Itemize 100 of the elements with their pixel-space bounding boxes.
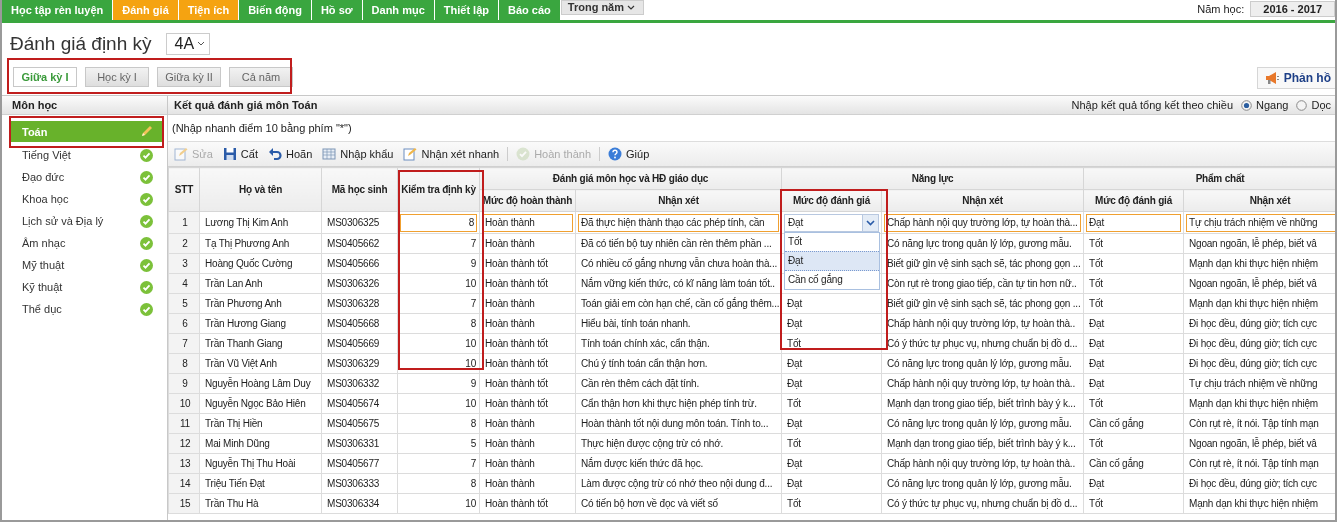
table-cell: Hoàn thành <box>479 433 576 454</box>
table-cell: MS0405662 <box>321 233 398 254</box>
level-dropdown[interactable]: Đạt <box>784 213 879 232</box>
table-cell: Cần cố gắng <box>1083 413 1184 434</box>
level-field[interactable]: Đạt <box>1086 213 1181 232</box>
table-icon <box>322 147 337 161</box>
dropdown-option[interactable]: Đạt <box>785 251 879 271</box>
subject-item[interactable]: Âm nhạc <box>10 232 163 254</box>
table-cell: Đạt <box>1083 333 1184 354</box>
table-cell: Có năng lực trong quản lý lớp, gương mẫu. <box>881 353 1084 374</box>
table-cell: Hoàn thành <box>479 453 576 474</box>
table-cell: Cần cố gắng <box>1083 453 1184 474</box>
table-cell: Chú ý tính toán cẩn thận hơn. <box>575 353 782 374</box>
table-cell: 5 <box>397 433 480 454</box>
subject-item[interactable]: Đạo đức <box>10 166 163 188</box>
table-cell: 10 <box>168 393 200 414</box>
table-cell: 4 <box>168 273 200 294</box>
table-cell: Trần Hương Giang <box>199 313 322 334</box>
table-cell: Có năng lực trong quản lý lớp, gương mẫu. <box>881 413 1084 434</box>
table-cell: Mạnh dạn trong giao tiếp, biết trình bày ý k... <box>881 433 1084 454</box>
table-cell: 8 <box>397 473 480 494</box>
table-cell: MS0405669 <box>321 333 398 354</box>
table-cell: Tốt <box>781 393 882 414</box>
term-tab[interactable]: Giữa kỳ I <box>13 67 77 87</box>
comment-field[interactable]: Tự chịu trách nhiệm về những <box>1186 213 1335 232</box>
table-cell: Hoàn thành tốt <box>479 333 576 354</box>
subject-item[interactable]: Lịch sử và Địa lý <box>10 210 163 232</box>
table-cell: Chấp hành nội quy trường lớp, tự hoàn thà.. <box>881 313 1084 334</box>
column-header: Nhận xét <box>1183 189 1335 212</box>
table-cell: MS0405668 <box>321 313 398 334</box>
subject-item[interactable]: Kỹ thuật <box>10 276 163 298</box>
term-tab[interactable]: Cả năm <box>229 67 293 87</box>
table-cell: Tốt <box>1083 233 1184 254</box>
toolbar-button[interactable]: Cất <box>218 145 262 163</box>
table-cell: 15 <box>168 493 200 514</box>
table-cell: Cẩn thận hơn khi thực hiện phép tính trừ. <box>575 393 782 414</box>
check-icon <box>140 214 153 228</box>
table-cell: Có năng lực trong quản lý lớp, gương mẫu. <box>881 233 1084 254</box>
table-cell: Có tiến bộ hơn về đọc và viết số <box>575 493 782 514</box>
table-cell: 7 <box>397 453 480 474</box>
radio-button[interactable]: Ngang <box>1241 96 1289 114</box>
subject-label: Đạo đức <box>22 171 65 183</box>
comment-field[interactable]: Đã thực hiện thành thạo các phép tính, cần <box>578 213 779 232</box>
feedback-button[interactable]: Phản hồ <box>1256 67 1335 89</box>
table-cell: Nắm được kiến thức đã học. <box>575 453 782 474</box>
table-cell: Hoàn thành tốt nội dung môn toán. Tính to... <box>575 413 782 434</box>
subject-label: Khoa học <box>22 193 69 205</box>
table-cell: Nguyễn Thị Thu Hoài <box>199 453 322 474</box>
completion-field[interactable]: Hoàn thành <box>482 213 573 232</box>
table-cell: Trần Thanh Giang <box>199 333 322 354</box>
column-header: Họ và tên <box>199 167 322 212</box>
subject-label: Âm nhạc <box>22 237 66 249</box>
table-cell: Hoàn thành tốt <box>479 253 576 274</box>
table-cell: MS0306333 <box>321 473 398 494</box>
term-tab[interactable]: Giữa kỳ II <box>157 67 221 87</box>
table-cell: Hoàn thành <box>479 293 576 314</box>
table-cell: Tốt <box>781 433 882 454</box>
table-cell: Tốt <box>781 493 882 514</box>
table-cell: Hoàn thành tốt <box>479 273 576 294</box>
table-cell: Triệu Tiến Đạt <box>199 473 322 494</box>
table-cell: 10 <box>397 353 480 374</box>
radio-button[interactable]: Dọc <box>1296 96 1331 114</box>
table-cell: 12 <box>168 433 200 454</box>
table-cell: MS0306329 <box>321 353 398 374</box>
toolbar-button[interactable]: Nhập khẩu <box>318 145 398 163</box>
table-cell: MS0306331 <box>321 433 398 454</box>
subject-item[interactable]: Mỹ thuật <box>10 254 163 276</box>
table-cell: Đạt <box>1083 353 1184 374</box>
table-cell: 7 <box>397 293 480 314</box>
table-cell: 8 <box>397 413 480 434</box>
orientation-label: Nhập kết quả tổng kết theo chiều <box>1071 98 1233 113</box>
subject-label: Toán <box>22 125 48 138</box>
caret-icon <box>197 41 206 47</box>
class-dropdown[interactable]: 4A <box>165 33 211 55</box>
table-cell: Đạt <box>781 413 882 434</box>
toolbar-button[interactable]: Hoãn <box>263 145 317 163</box>
table-cell: 10 <box>397 493 480 514</box>
column-group-header: Năng lực <box>781 167 1084 190</box>
table-cell: Biết giữ gìn vệ sinh sạch sẽ, tác phong gọn ... <box>881 253 1084 274</box>
check-icon <box>140 258 153 272</box>
table-cell: Mai Minh Dũng <box>199 433 322 454</box>
period-dropdown[interactable]: Trong năm <box>560 0 645 15</box>
table-cell: 8 <box>397 313 480 334</box>
subject-item[interactable]: Thể dục <box>10 298 163 320</box>
term-tab[interactable]: Học kỳ I <box>85 67 149 87</box>
subject-item[interactable]: Khoa học <box>10 188 163 210</box>
table-cell: Có ý thức tự phục vụ, nhưng chuẩn bị đồ d... <box>881 333 1084 354</box>
subject-label: Tiếng Việt <box>22 149 71 161</box>
score-field[interactable]: 8 <box>400 213 477 232</box>
table-cell: Đạt <box>1083 473 1184 494</box>
megaphone-icon <box>1263 71 1280 85</box>
table-cell: Mạnh dạn trong giao tiếp, biết trình bày ý k... <box>881 393 1084 414</box>
subject-item[interactable]: Tiếng Việt <box>10 144 163 166</box>
table-cell: Có năng lực trong quản lý lớp, gương mẫu. <box>881 473 1084 494</box>
toolbar-button[interactable]: Nhận xét nhanh <box>399 145 504 163</box>
school-year-dropdown[interactable]: 2016 - 2017 <box>1250 1 1335 17</box>
comment-field[interactable]: Chấp hành nội quy trường lớp, tự hoàn thà... <box>884 213 1081 232</box>
toolbar-button[interactable]: Giúp <box>604 145 654 163</box>
table-cell: Tốt <box>1083 493 1184 514</box>
table-cell: MS0405666 <box>321 253 398 274</box>
